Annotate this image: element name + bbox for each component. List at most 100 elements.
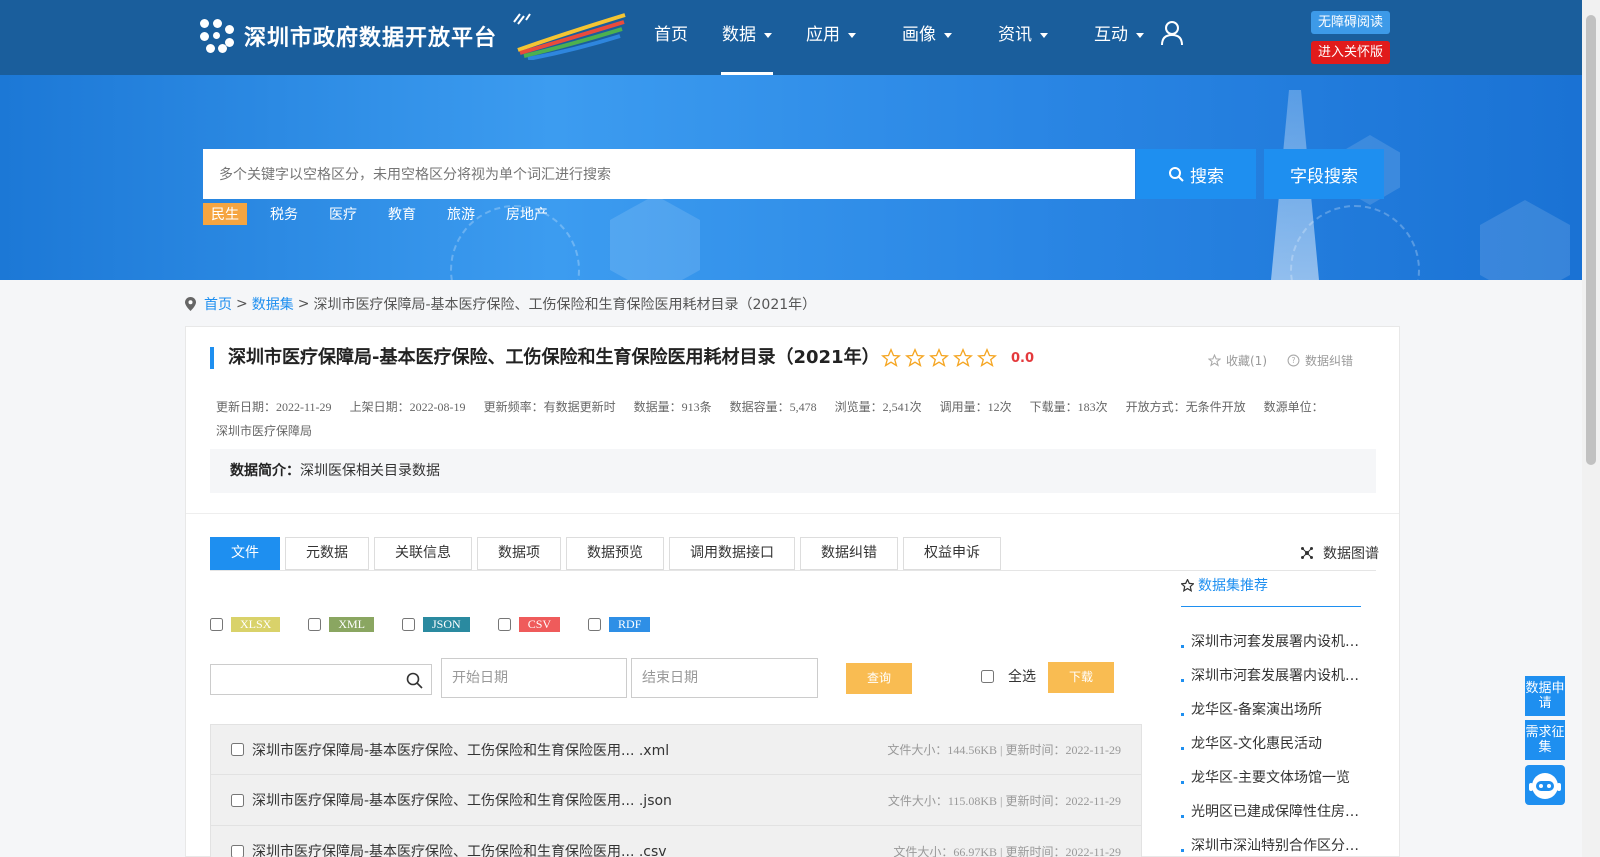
hot-tag[interactable]: 教育 <box>380 203 424 225</box>
rating-star-icon[interactable] <box>929 348 949 368</box>
nav-item[interactable]: 资讯 <box>984 0 1062 75</box>
recommend-panel: 数据集推荐 深圳市河套发展署内设机构信息深圳市河套发展署内设机构职能龙华区-备案… <box>1181 565 1361 857</box>
format-badge: JSON <box>423 617 470 632</box>
file-row[interactable]: 深圳市医疗保障局-基本医疗保险、工伤保险和生育保险医用... .xml 文件大小：… <box>210 724 1142 775</box>
care-version-button[interactable]: 进入关怀版 <box>1311 41 1391 64</box>
site-logo[interactable]: 深圳市政府数据开放平台 <box>200 18 497 54</box>
download-button[interactable]: 下载 <box>1048 662 1114 693</box>
format-filter[interactable]: RDF <box>588 617 651 632</box>
hot-tag[interactable]: 税务 <box>262 203 306 225</box>
favorite-button[interactable]: 收藏(1) <box>1208 352 1267 369</box>
format-badge: XLSX <box>231 617 281 632</box>
format-checkbox[interactable] <box>402 618 416 631</box>
end-date-input[interactable]: 结束日期 <box>631 658 818 698</box>
accessible-reading-button[interactable]: 无障碍阅读 <box>1311 11 1391 34</box>
main-nav: 首页 数据 应用 画像 资讯 互动 <box>640 0 1176 75</box>
hot-tag[interactable]: 旅游 <box>439 203 483 225</box>
format-checkbox[interactable] <box>497 618 511 631</box>
file-row[interactable]: 深圳市医疗保障局-基本医疗保险、工伤保险和生育保险医用... .json 文件大小… <box>210 775 1142 826</box>
select-all-checkbox[interactable] <box>981 669 994 683</box>
search-button[interactable]: 搜索 <box>1136 149 1256 199</box>
detail-tab[interactable]: 元数据 <box>285 537 369 570</box>
format-filter[interactable]: CSV <box>497 617 561 632</box>
nav-item-label: 首页 <box>654 25 688 45</box>
select-all-label: 全选 <box>1008 669 1036 685</box>
breadcrumb-separator: > <box>297 296 310 312</box>
nav-item-label: 互动 <box>1094 25 1128 45</box>
hot-tag[interactable]: 民生 <box>203 203 247 225</box>
data-graph-link[interactable]: 数据图谱 <box>1301 543 1379 563</box>
format-filter[interactable]: XLSX <box>210 617 281 632</box>
recommend-item[interactable]: 深圳市深汕特别合作区分局信息 <box>1181 829 1361 857</box>
rating-star-icon[interactable] <box>905 348 925 368</box>
format-checkbox[interactable] <box>210 618 223 631</box>
file-search-input[interactable] <box>210 664 432 695</box>
recommend-item[interactable]: 深圳市河套发展署内设机构职能 <box>1181 659 1361 693</box>
report-error-button[interactable]: ? 数据纠错 <box>1287 352 1353 369</box>
field-search-button[interactable]: 字段搜索 <box>1264 149 1384 199</box>
file-name[interactable]: 深圳市医疗保障局-基本医疗保险、工伤保险和生育保险医用... .json <box>252 790 672 810</box>
detail-tab[interactable]: 调用数据接口 <box>669 537 795 570</box>
detail-tab[interactable]: 数据纠错 <box>800 537 898 570</box>
nav-item[interactable]: 画像 <box>888 0 966 75</box>
recommend-item[interactable]: 龙华区-文化惠民活动 <box>1181 727 1361 761</box>
shenzhen-china-logo <box>513 13 626 60</box>
recommend-item[interactable]: 深圳市河套发展署内设机构信息 <box>1181 625 1361 659</box>
site-title: 深圳市政府数据开放平台 <box>244 26 498 51</box>
format-badge: CSV <box>518 617 561 632</box>
search-input[interactable] <box>203 149 1135 199</box>
detail-tab[interactable]: 权益申诉 <box>903 537 1001 570</box>
detail-tab[interactable]: 数据项 <box>477 537 561 570</box>
meta-item: 更新日期：2022-11-29 <box>216 400 332 414</box>
detail-tab[interactable]: 数据预览 <box>566 537 664 570</box>
hot-tags: 民生 税务 医疗 教育 旅游 房地产 <box>203 203 571 225</box>
file-name[interactable]: 深圳市医疗保障局-基本医疗保险、工伤保险和生育保险医用... .csv <box>252 841 667 857</box>
recommend-item[interactable]: 龙华区-主要文体场馆一览 <box>1181 761 1361 795</box>
intro-text: 深圳医保相关目录数据 <box>300 463 440 479</box>
report-error-label: 数据纠错 <box>1305 354 1354 368</box>
top-header: 深圳市政府数据开放平台 首页 数据 应用 画像 资讯 互动 无障碍阅读 进入关怀版 <box>0 0 1582 75</box>
hot-tag[interactable]: 医疗 <box>321 203 365 225</box>
recommend-item[interactable]: 光明区已建成保障性住房项目 <box>1181 795 1361 829</box>
query-button[interactable]: 查询 <box>846 663 912 694</box>
meta-item: 浏览量：2,541次 <box>834 400 922 414</box>
select-all[interactable]: 全选 <box>981 666 1036 686</box>
file-checkbox[interactable] <box>231 793 244 807</box>
breadcrumb: 首页 > 数据集 > 深圳市医疗保障局-基本医疗保险、工伤保险和生育保险医用耗材… <box>185 294 816 314</box>
rating-stars[interactable]: 0.0 <box>881 348 1034 368</box>
rating-star-icon[interactable] <box>953 348 973 368</box>
chat-robot-button[interactable] <box>1525 765 1565 805</box>
data-apply-button[interactable]: 数据申请 <box>1525 676 1565 716</box>
format-checkbox[interactable] <box>588 618 602 631</box>
demand-collect-button[interactable]: 需求征集 <box>1525 720 1565 760</box>
dataset-intro: 数据简介：深圳医保相关目录数据 <box>210 449 1376 493</box>
file-checkbox[interactable] <box>231 743 244 756</box>
star-outline-icon <box>1208 354 1221 367</box>
nav-item[interactable]: 数据 <box>708 0 786 75</box>
format-filter[interactable]: XML <box>308 617 375 632</box>
nav-item[interactable]: 互动 <box>1080 0 1158 75</box>
user-icon[interactable] <box>1160 20 1184 46</box>
rating-star-icon[interactable] <box>977 348 997 368</box>
detail-tab[interactable]: 文件 <box>210 537 280 570</box>
location-pin-icon <box>185 297 196 311</box>
meta-item: 下载量：183次 <box>1029 400 1108 414</box>
format-filters: XLSX XML JSON CSV RDF <box>210 617 678 632</box>
scrollbar-thumb[interactable] <box>1586 15 1596 465</box>
file-row[interactable]: 深圳市医疗保障局-基本医疗保险、工伤保险和生育保险医用... .csv 文件大小：… <box>210 826 1142 857</box>
detail-tab[interactable]: 关联信息 <box>374 537 472 570</box>
file-checkbox[interactable] <box>231 844 244 857</box>
format-filter[interactable]: JSON <box>402 617 470 632</box>
breadcrumb-home[interactable]: 首页 <box>204 294 232 314</box>
hot-tag[interactable]: 房地产 <box>498 203 556 225</box>
start-date-input[interactable]: 开始日期 <box>441 658 627 698</box>
search-icon <box>406 672 423 689</box>
file-name[interactable]: 深圳市医疗保障局-基本医疗保险、工伤保险和生育保险医用... .xml <box>252 740 669 760</box>
format-checkbox[interactable] <box>308 618 322 631</box>
rating-star-icon[interactable] <box>881 348 901 368</box>
breadcrumb-separator: > <box>236 296 248 312</box>
nav-item[interactable]: 首页 <box>640 0 702 75</box>
recommend-item[interactable]: 龙华区-备案演出场所 <box>1181 693 1361 727</box>
breadcrumb-datasets[interactable]: 数据集 <box>252 294 294 314</box>
nav-item[interactable]: 应用 <box>792 0 870 75</box>
